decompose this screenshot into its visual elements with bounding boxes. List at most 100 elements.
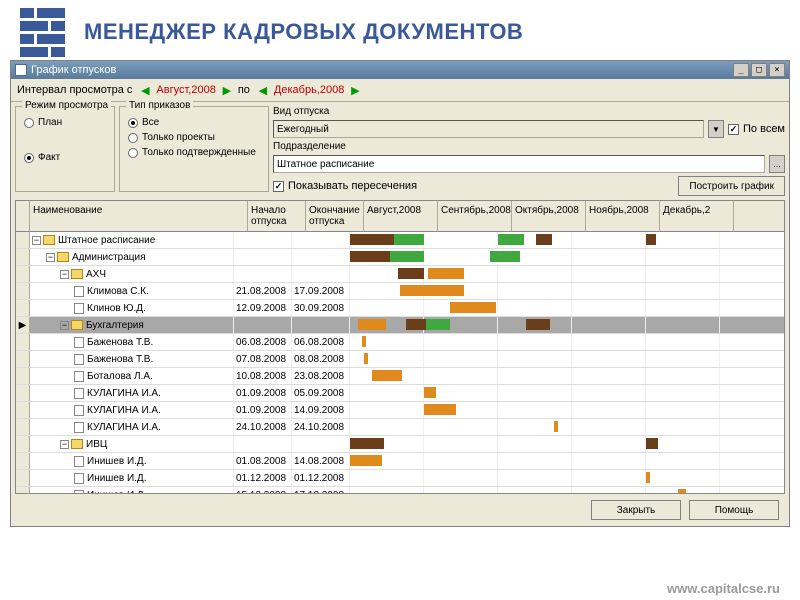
vac-type-input[interactable] <box>273 120 704 138</box>
cell-end: 30.09.2008 <box>292 300 350 316</box>
radio-all[interactable]: Все <box>128 117 260 128</box>
cell-start: 24.10.2008 <box>234 419 292 435</box>
cell-end: 23.08.2008 <box>292 368 350 384</box>
gantt-bar <box>536 234 552 245</box>
row-marker <box>16 419 30 435</box>
tree-toggle-icon[interactable]: − <box>60 321 69 330</box>
table-row[interactable]: Баженова Т.В.06.08.200806.08.2008 <box>16 334 784 351</box>
close-dialog-button[interactable]: Закрыть <box>591 500 681 520</box>
row-marker <box>16 232 30 248</box>
tree-toggle-icon[interactable]: − <box>60 440 69 449</box>
dept-input[interactable] <box>273 155 765 173</box>
window-icon <box>15 64 27 76</box>
table-row[interactable]: −АХЧ <box>16 266 784 283</box>
row-marker <box>16 283 30 299</box>
col-month-4[interactable]: Декабрь,2 <box>660 201 734 231</box>
col-month-2[interactable]: Октябрь,2008 <box>512 201 586 231</box>
radio-drafts[interactable]: Только проекты <box>128 132 260 143</box>
gantt-cell <box>350 368 720 384</box>
cell-end <box>292 232 350 248</box>
from-next-icon[interactable]: ▶ <box>220 83 234 97</box>
table-row[interactable]: Баженова Т.В.07.08.200808.08.2008 <box>16 351 784 368</box>
gantt-bar <box>390 251 424 262</box>
table-row[interactable]: КУЛАГИНА И.А.01.09.200805.09.2008 <box>16 385 784 402</box>
cell-end: 01.12.2008 <box>292 470 350 486</box>
cell-start: 01.09.2008 <box>234 385 292 401</box>
row-label: КУЛАГИНА И.А. <box>87 388 161 399</box>
table-row[interactable]: − Штатное расписание <box>16 232 784 249</box>
interval-to-value[interactable]: Декабрь,2008 <box>274 84 344 96</box>
from-prev-icon[interactable]: ◀ <box>138 83 152 97</box>
table-row[interactable]: ▶−Бухгалтерия <box>16 317 784 334</box>
row-marker <box>16 385 30 401</box>
table-row[interactable]: Инишев И.Д.01.08.200814.08.2008 <box>16 453 784 470</box>
table-row[interactable]: −Администрация <box>16 249 784 266</box>
row-marker <box>16 266 30 282</box>
row-marker <box>16 351 30 367</box>
minimize-button[interactable]: _ <box>733 63 749 77</box>
table-row[interactable]: Боталова Л.А.10.08.200823.08.2008 <box>16 368 784 385</box>
cell-name: Боталова Л.А. <box>30 368 234 384</box>
col-end[interactable]: Окончание отпуска <box>306 201 364 231</box>
cell-end: 08.08.2008 <box>292 351 350 367</box>
cell-start: 15.12.2008 <box>234 487 292 494</box>
app-logo <box>20 8 68 56</box>
app-title: МЕНЕДЖЕР КАДРОВЫХ ДОКУМЕНТОВ <box>84 19 523 45</box>
titlebar[interactable]: График отпусков _ □ × <box>11 61 789 79</box>
col-name[interactable]: Наименование <box>30 201 248 231</box>
table-row[interactable]: Климова С.К.21.08.200817.09.2008 <box>16 283 784 300</box>
table-row[interactable]: Инишев И.Д.15.12.200817.12.2008 <box>16 487 784 494</box>
cell-name: Инишев И.Д. <box>30 470 234 486</box>
close-button[interactable]: × <box>769 63 785 77</box>
table-row[interactable]: КУЛАГИНА И.А.24.10.200824.10.2008 <box>16 419 784 436</box>
order-type-group: Тип приказов Все Только проекты Только п… <box>119 106 269 192</box>
gantt-cell <box>350 402 720 418</box>
radio-fact[interactable]: Факт <box>24 152 106 163</box>
cell-name: КУЛАГИНА И.А. <box>30 402 234 418</box>
tree-toggle-icon[interactable]: − <box>60 270 69 279</box>
vac-all-checkbox[interactable] <box>728 124 739 135</box>
col-month-1[interactable]: Сентябрь,2008 <box>438 201 512 231</box>
cell-start <box>234 249 292 265</box>
window-title: График отпусков <box>31 64 116 76</box>
radio-plan[interactable]: План <box>24 117 106 128</box>
row-label: Штатное расписание <box>58 235 155 246</box>
col-month-0[interactable]: Август,2008 <box>364 201 438 231</box>
row-label: Баженова Т.В. <box>87 337 153 348</box>
radio-approved[interactable]: Только подтвержденные <box>128 147 260 158</box>
maximize-button[interactable]: □ <box>751 63 767 77</box>
gantt-bar <box>394 234 424 245</box>
interval-from-value[interactable]: Август,2008 <box>156 84 215 96</box>
cell-start: 21.08.2008 <box>234 283 292 299</box>
row-label: КУЛАГИНА И.А. <box>87 422 161 433</box>
cell-name: − Штатное расписание <box>30 232 234 248</box>
overlap-checkbox[interactable] <box>273 181 284 192</box>
row-label: Инишев И.Д. <box>87 456 147 467</box>
row-marker <box>16 334 30 350</box>
row-label: Инишев И.Д. <box>87 473 147 484</box>
vacation-schedule-window: График отпусков _ □ × Интервал просмотра… <box>10 60 790 527</box>
table-row[interactable]: −ИВЦ <box>16 436 784 453</box>
col-start[interactable]: Начало отпуска <box>248 201 306 231</box>
cell-name: Инишев И.Д. <box>30 487 234 494</box>
table-row[interactable]: КУЛАГИНА И.А.01.09.200814.09.2008 <box>16 402 784 419</box>
cell-start <box>234 317 292 333</box>
cell-end: 06.08.2008 <box>292 334 350 350</box>
dept-lookup-icon[interactable]: … <box>769 155 785 173</box>
tree-toggle-icon[interactable]: − <box>32 236 41 245</box>
overlap-label: Показывать пересечения <box>288 180 417 192</box>
table-row[interactable]: Инишев И.Д. 01.12.200801.12.2008 <box>16 470 784 487</box>
cell-start: 01.12.2008 <box>234 470 292 486</box>
gantt-cell <box>350 436 720 452</box>
cell-start <box>234 266 292 282</box>
tree-toggle-icon[interactable]: − <box>46 253 55 262</box>
cell-name: −Администрация <box>30 249 234 265</box>
col-month-3[interactable]: Ноябрь,2008 <box>586 201 660 231</box>
vac-type-dropdown-icon[interactable]: ▼ <box>708 120 724 138</box>
gantt-bar <box>372 370 402 381</box>
table-row[interactable]: Клинов Ю.Д.12.09.200830.09.2008 <box>16 300 784 317</box>
build-chart-button[interactable]: Построить график <box>678 176 785 196</box>
to-prev-icon[interactable]: ◀ <box>256 83 270 97</box>
help-button[interactable]: Помощь <box>689 500 779 520</box>
to-next-icon[interactable]: ▶ <box>348 83 362 97</box>
